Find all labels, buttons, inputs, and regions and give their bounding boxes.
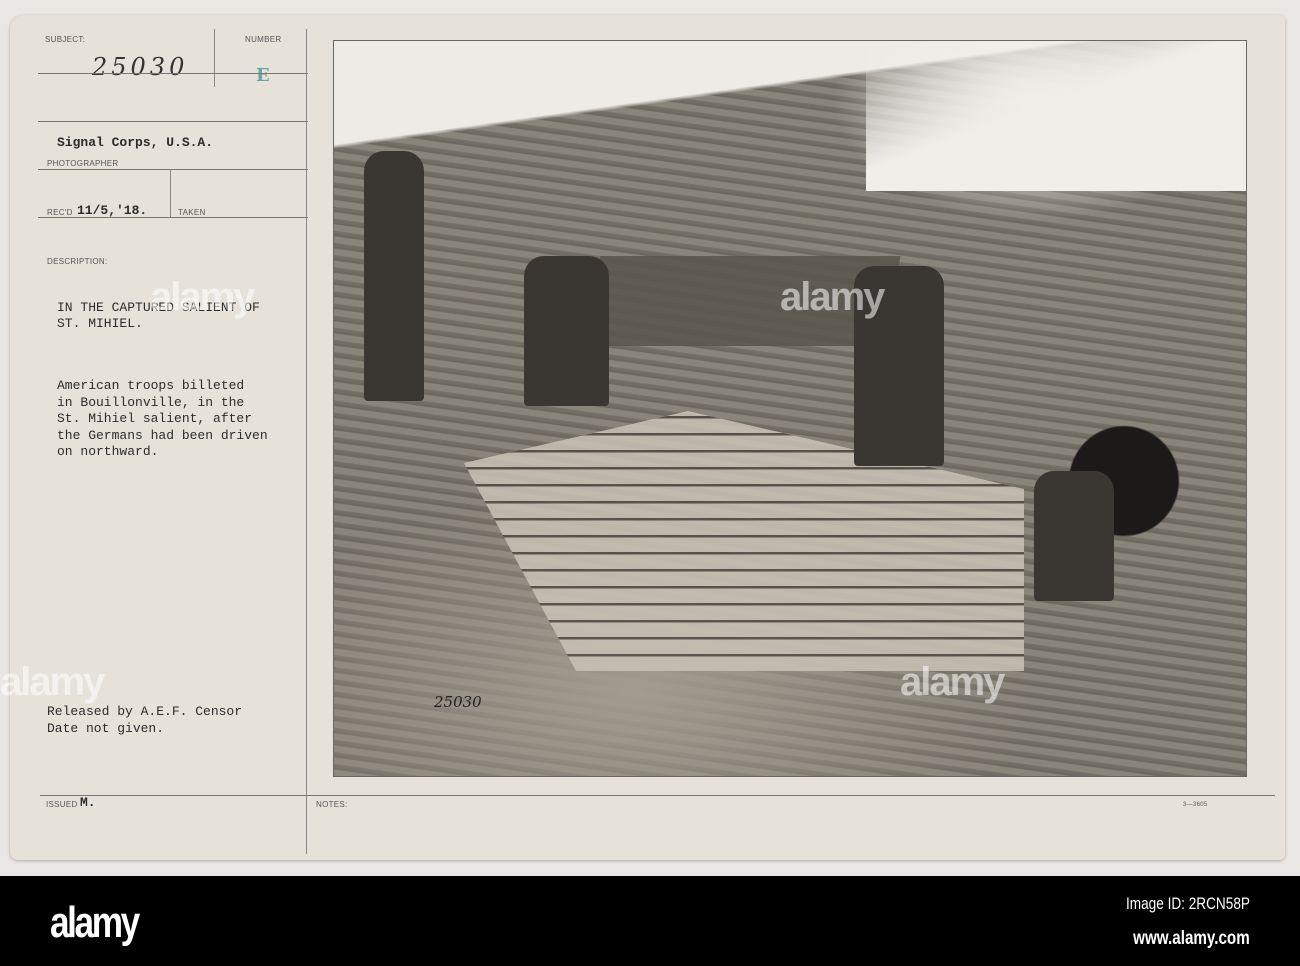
number-label: NUMBER: [245, 35, 282, 44]
recd-value: 11/5,'18.: [77, 203, 148, 218]
watermark-banner: alamy Image ID: 2RCN58P www.alamy.com: [0, 876, 1300, 966]
form-number: 3—3605: [1183, 802, 1208, 808]
subject-value: 25030: [92, 53, 189, 81]
photo-number: 25030: [434, 693, 482, 711]
photographer-label: PHOTOGRAPHER: [47, 159, 119, 168]
watermark-text: alamy: [150, 275, 255, 319]
soldier-figure: [364, 151, 424, 401]
notes-label: NOTES:: [316, 800, 348, 809]
divider: [38, 73, 308, 74]
issued-value: M.: [80, 795, 96, 810]
divider: [38, 217, 308, 218]
watermark-text: alamy: [0, 660, 105, 704]
alamy-logo: alamy: [50, 898, 140, 947]
photographer-value: Signal Corps, U.S.A.: [57, 135, 214, 150]
description-body: American troops billeted in Bouillonvill…: [57, 378, 268, 459]
divider: [38, 169, 308, 170]
image-id: Image ID: 2RCN58P: [1126, 894, 1250, 913]
number-stamp: E: [256, 65, 270, 86]
divider: [170, 169, 171, 217]
subject-label: SUBJECT:: [45, 35, 86, 44]
watermark-text: alamy: [780, 275, 885, 319]
photograph-troops-billeted: 25030: [329, 36, 1251, 781]
issued-label: ISSUED: [46, 800, 78, 809]
sky: [866, 41, 1246, 191]
soldier-figure: [524, 256, 609, 406]
watermark-text: alamy: [900, 660, 1005, 704]
divider: [306, 29, 307, 854]
divider: [214, 29, 215, 87]
taken-label: TAKEN: [178, 208, 206, 217]
soldier-figure: [1034, 471, 1114, 601]
divider: [38, 121, 308, 122]
recd-label: REC'D: [47, 208, 73, 217]
divider: [40, 795, 1275, 796]
site-url: www.alamy.com: [1133, 928, 1250, 949]
release-note: Released by A.E.F. Censor Date not given…: [47, 704, 243, 736]
description-label: DESCRIPTION:: [47, 257, 108, 266]
